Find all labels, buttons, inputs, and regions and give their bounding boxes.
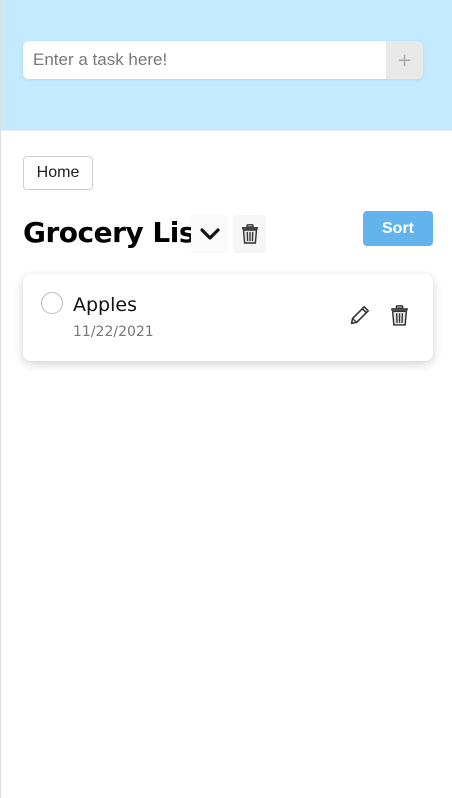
sort-button[interactable]: Sort xyxy=(363,211,433,246)
pencil-icon xyxy=(350,306,369,325)
complete-checkbox[interactable] xyxy=(41,292,63,314)
chevron-down-icon xyxy=(199,228,220,240)
item-date: 11/22/2021 xyxy=(73,324,154,340)
add-task-button[interactable]: + xyxy=(386,41,423,79)
todo-app: + Home Grocery List Sort Apples 11/22/20… xyxy=(0,0,452,798)
list-dropdown-button[interactable] xyxy=(191,215,228,253)
task-input[interactable] xyxy=(23,41,386,79)
home-button[interactable]: Home xyxy=(23,156,93,190)
delete-item-button[interactable] xyxy=(388,303,410,327)
item-name: Apples xyxy=(73,294,137,316)
delete-list-button[interactable] xyxy=(233,215,266,253)
new-task-form: + xyxy=(23,41,423,79)
trash-icon xyxy=(241,224,258,244)
trash-icon xyxy=(390,304,408,326)
header: + xyxy=(1,0,452,131)
list-title: Grocery List xyxy=(23,216,208,249)
list-item: Apples 11/22/2021 xyxy=(23,274,433,361)
edit-item-button[interactable] xyxy=(349,303,371,327)
